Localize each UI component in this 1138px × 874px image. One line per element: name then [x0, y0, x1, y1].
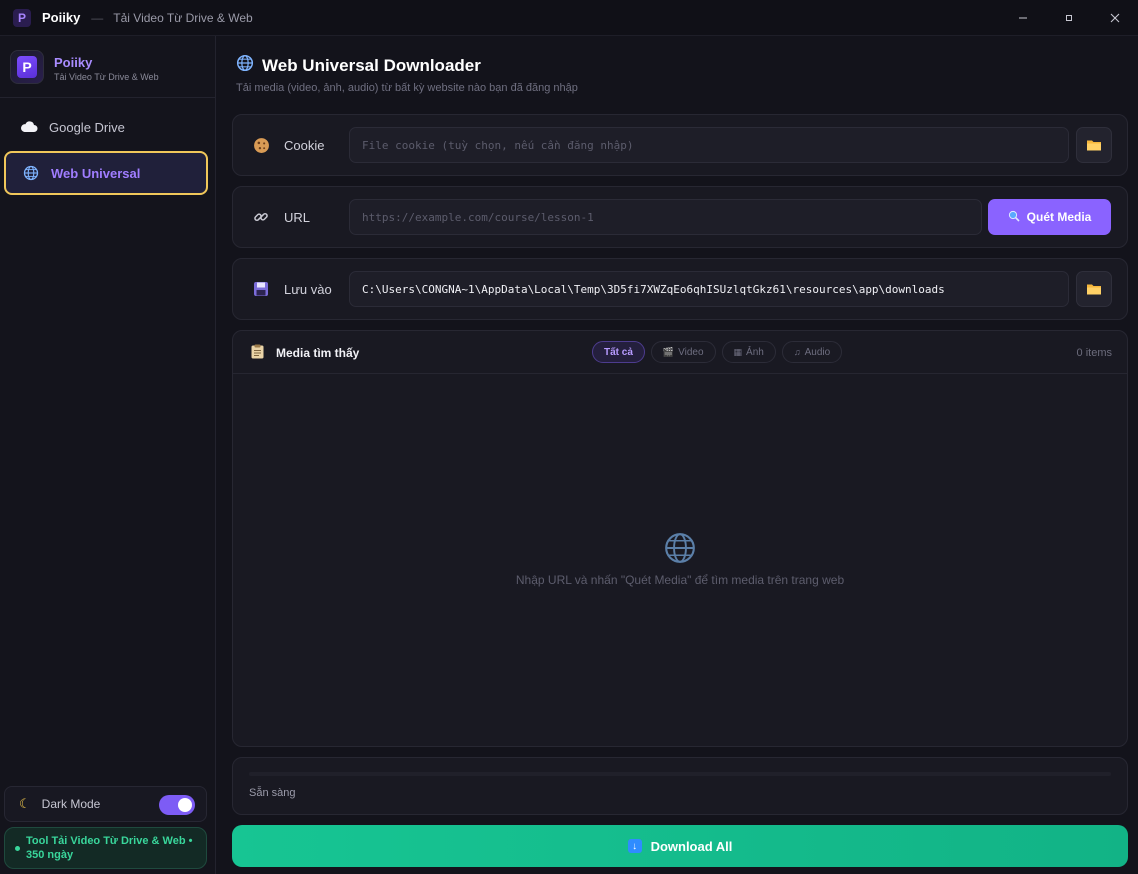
download-all-label: Download All: [650, 838, 733, 854]
maximize-icon: [1066, 15, 1072, 21]
title-bar: P Poiiky — Tải Video Từ Drive & Web: [0, 0, 1138, 36]
license-badge: Tool Tải Video Từ Drive & Web • 350 ngày: [4, 827, 207, 869]
app-logo-icon: P: [13, 8, 31, 27]
moon-icon: ☾: [19, 796, 31, 811]
window-title: Poiiky: [42, 10, 81, 25]
media-empty-text: Nhập URL và nhấn "Quét Media" để tìm med…: [515, 573, 845, 587]
floppy-disk-icon: [251, 281, 271, 297]
media-title-text: Media tìm thấy: [276, 345, 360, 360]
progress-bar: [249, 772, 1111, 776]
media-panel-header: Media tìm thấy Tất cả 🎬 Video ▦ Ảnh ♫ Au…: [233, 331, 1127, 374]
clapper-icon: 🎬: [662, 346, 675, 357]
filter-label: Audio: [804, 346, 831, 358]
clipboard-icon: [251, 344, 264, 362]
dark-mode-row: ☾ Dark Mode: [4, 786, 207, 822]
globe-icon: [233, 531, 1127, 565]
app-logo-letter: P: [17, 10, 26, 25]
url-label: URL: [251, 187, 310, 247]
cookie-file-input[interactable]: [349, 127, 1069, 163]
dark-mode-toggle[interactable]: [159, 795, 195, 815]
url-row: URL Quét Media: [232, 186, 1128, 248]
brand-logo-letter: P: [17, 56, 37, 78]
brand-header: P Poiiky Tải Video Từ Drive & Web: [0, 36, 215, 98]
link-icon: [251, 209, 271, 225]
page-description: Tải media (video, ảnh, audio) từ bất kỳ …: [236, 82, 578, 94]
filter-tab-audio[interactable]: ♫ Audio: [781, 341, 843, 363]
minimize-icon: [1019, 17, 1027, 19]
status-panel: Sẵn sàng: [232, 757, 1128, 815]
cloud-icon: [20, 118, 38, 136]
save-location-row: Lưu vào C:\Users\CONGNA~1\AppData\Local\…: [232, 258, 1128, 320]
brand-tagline: Tải Video Từ Drive & Web: [54, 72, 159, 82]
status-text: Sẵn sàng: [249, 787, 296, 799]
page-header: Web Universal Downloader Tải media (vide…: [236, 54, 578, 94]
minimize-button[interactable]: [1000, 0, 1046, 36]
download-all-button[interactable]: ↓ Download All: [232, 825, 1128, 867]
window-subtitle: Tải Video Từ Drive & Web: [113, 10, 253, 25]
filter-label: Ảnh: [746, 346, 764, 358]
sidebar-item-label: Google Drive: [49, 119, 125, 135]
brand-name: Poiiky: [54, 55, 93, 70]
title-separator: —: [91, 10, 104, 25]
folder-icon: [1087, 140, 1101, 151]
save-label: Lưu vào: [251, 259, 332, 319]
main-content: Web Universal Downloader Tải media (vide…: [216, 36, 1138, 874]
dark-mode-label: Dark Mode: [41, 797, 101, 811]
page-title: Web Universal Downloader: [236, 54, 578, 77]
cookie-label: Cookie: [251, 115, 324, 175]
close-icon: [1110, 13, 1120, 23]
cookie-label-text: Cookie: [284, 137, 325, 153]
media-title: Media tìm thấy: [251, 331, 359, 374]
brand-logo-icon: P: [10, 50, 44, 84]
image-icon: ▦: [733, 346, 743, 357]
filter-tab-image[interactable]: ▦ Ảnh: [721, 341, 776, 363]
cookie-icon: [251, 137, 271, 154]
save-browse-button[interactable]: [1076, 271, 1112, 307]
globe-icon: [22, 164, 40, 182]
media-filter-tabs: Tất cả 🎬 Video ▦ Ảnh ♫ Audio: [592, 341, 848, 363]
search-icon: [1008, 210, 1020, 225]
download-arrow-icon: ↓: [627, 839, 642, 853]
scan-media-label: Quét Media: [1026, 210, 1092, 224]
filter-label: Tất cả: [604, 346, 633, 358]
scan-media-button[interactable]: Quét Media: [988, 199, 1111, 235]
toggle-knob: [178, 798, 192, 812]
save-label-text: Lưu vào: [284, 281, 332, 297]
cookie-browse-button[interactable]: [1076, 127, 1112, 163]
maximize-button[interactable]: [1046, 0, 1092, 36]
url-input[interactable]: [349, 199, 982, 235]
close-button[interactable]: [1092, 0, 1138, 36]
license-text: Tool Tải Video Từ Drive & Web • 350 ngày: [26, 835, 193, 861]
cookie-row: Cookie: [232, 114, 1128, 176]
filter-tab-video[interactable]: 🎬 Video: [650, 341, 716, 363]
status-dot-icon: [15, 846, 20, 851]
save-path-field[interactable]: C:\Users\CONGNA~1\AppData\Local\Temp\3D5…: [349, 271, 1069, 307]
sidebar-item-label: Web Universal: [51, 165, 141, 181]
media-empty-state: Nhập URL và nhấn "Quét Media" để tìm med…: [233, 531, 1127, 587]
media-panel: Media tìm thấy Tất cả 🎬 Video ▦ Ảnh ♫ Au…: [232, 330, 1128, 747]
sidebar: P Poiiky Tải Video Từ Drive & Web Google…: [0, 36, 216, 874]
filter-label: Video: [678, 346, 704, 358]
folder-icon: [1087, 284, 1101, 295]
window-controls: [1000, 0, 1138, 36]
page-title-text: Web Universal Downloader: [262, 55, 481, 75]
globe-icon: [236, 54, 254, 77]
filter-tab-all[interactable]: Tất cả: [592, 341, 645, 363]
sidebar-item-google-drive[interactable]: Google Drive: [4, 105, 208, 149]
url-label-text: URL: [284, 209, 311, 225]
sidebar-item-web-universal[interactable]: Web Universal: [4, 151, 208, 195]
music-note-icon: ♫: [793, 347, 801, 357]
media-count: 0 items: [1076, 346, 1112, 359]
